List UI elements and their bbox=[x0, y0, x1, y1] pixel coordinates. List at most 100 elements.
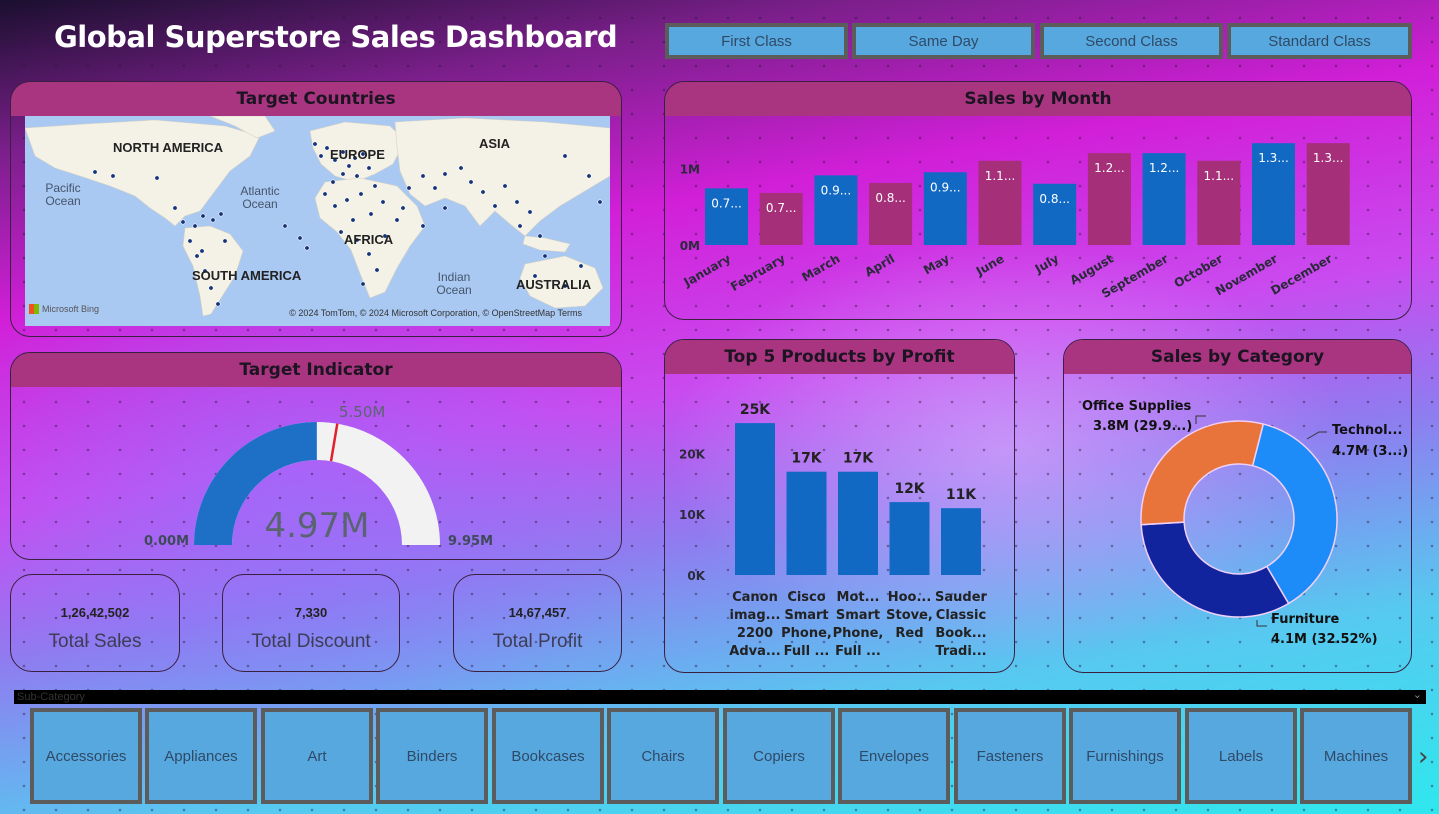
slicer-same-day[interactable]: Same Day bbox=[852, 23, 1035, 59]
sub-category-item[interactable]: Fasteners bbox=[954, 708, 1066, 804]
category-slice[interactable] bbox=[1140, 420, 1265, 526]
sub-category-item[interactable]: Machines bbox=[1300, 708, 1412, 804]
map-country-point[interactable] bbox=[180, 219, 186, 225]
map-country-point[interactable] bbox=[110, 173, 116, 179]
map-country-point[interactable] bbox=[208, 285, 214, 291]
sub-category-header[interactable]: Sub-Category ⌄ bbox=[14, 688, 1426, 704]
slicer-second-class[interactable]: Second Class bbox=[1040, 23, 1223, 59]
sub-category-item[interactable]: Binders bbox=[376, 708, 488, 804]
map-country-point[interactable] bbox=[318, 153, 324, 159]
map-country-point[interactable] bbox=[492, 203, 498, 209]
month-x-tick: May bbox=[921, 251, 952, 277]
map-country-point[interactable] bbox=[187, 238, 193, 244]
chevron-down-icon[interactable]: ⌄ bbox=[1413, 688, 1422, 701]
product-bar[interactable] bbox=[941, 508, 981, 575]
sub-category-item[interactable]: Envelopes bbox=[838, 708, 950, 804]
product-bar[interactable] bbox=[735, 423, 775, 575]
map-country-point[interactable] bbox=[154, 175, 160, 181]
map-country-point[interactable] bbox=[527, 209, 533, 215]
top-products-chart[interactable]: 0K 10K 20K 25K Canon imag... 2200 Adva... 17K Cis… bbox=[665, 340, 1015, 673]
map-country-point[interactable] bbox=[480, 189, 486, 195]
map-country-point[interactable] bbox=[358, 191, 364, 197]
map-country-point[interactable] bbox=[297, 235, 303, 241]
map-country-point[interactable] bbox=[322, 191, 328, 197]
map-country-point[interactable] bbox=[432, 185, 438, 191]
product-bar[interactable] bbox=[889, 502, 930, 575]
map-country-point[interactable] bbox=[406, 185, 412, 191]
map-country-point[interactable] bbox=[210, 217, 216, 223]
category-data-value: 3.8M (29.9...) bbox=[1093, 419, 1192, 434]
product-x-tick-line: Stove, bbox=[886, 608, 933, 623]
map-country-point[interactable] bbox=[344, 197, 350, 203]
map-country-point[interactable] bbox=[400, 205, 406, 211]
map-country-point[interactable] bbox=[394, 217, 400, 223]
map-country-point[interactable] bbox=[562, 153, 568, 159]
map-country-point[interactable] bbox=[537, 233, 543, 239]
map-country-point[interactable] bbox=[200, 213, 206, 219]
map-country-point[interactable] bbox=[420, 223, 426, 229]
product-bar[interactable] bbox=[838, 471, 878, 575]
map-country-point[interactable] bbox=[380, 199, 386, 205]
next-page-arrow-icon[interactable]: › bbox=[1418, 742, 1428, 772]
map-country-point[interactable] bbox=[420, 173, 426, 179]
map-country-point[interactable] bbox=[332, 203, 338, 209]
map-country-point[interactable] bbox=[458, 165, 464, 171]
map-country-point[interactable] bbox=[366, 251, 372, 257]
map-country-point[interactable] bbox=[468, 179, 474, 185]
sub-category-item[interactable]: Bookcases bbox=[492, 708, 604, 804]
map-country-point[interactable] bbox=[340, 171, 346, 177]
kpi-total-discount-label: Total Discount bbox=[251, 631, 371, 652]
map-country-point[interactable] bbox=[324, 145, 330, 151]
map-country-point[interactable] bbox=[350, 217, 356, 223]
map-country-point[interactable] bbox=[514, 199, 520, 205]
map-country-point[interactable] bbox=[442, 171, 448, 177]
slicer-standard-class[interactable]: Standard Class bbox=[1227, 23, 1412, 59]
map-country-point[interactable] bbox=[542, 253, 548, 259]
world-map[interactable]: NORTH AMERICA EUROPE ASIA AFRICA SOUTH A… bbox=[25, 116, 610, 326]
map-country-point[interactable] bbox=[442, 205, 448, 211]
map-country-point[interactable] bbox=[368, 211, 374, 217]
bing-logo-text: Microsoft Bing bbox=[42, 304, 100, 314]
sales-by-category-chart[interactable]: Technol... 4.7M (3...) Furniture 4.1M (32.5… bbox=[1064, 340, 1412, 673]
map-country-point[interactable] bbox=[222, 238, 228, 244]
sub-category-item[interactable]: Chairs bbox=[607, 708, 719, 804]
map-country-point[interactable] bbox=[330, 179, 336, 185]
category-data-label: Furniture bbox=[1271, 612, 1339, 627]
map-country-point[interactable] bbox=[282, 223, 288, 229]
product-bar[interactable] bbox=[786, 471, 827, 575]
map-country-point[interactable] bbox=[215, 301, 221, 307]
product-bar-data-label: 11K bbox=[946, 487, 977, 503]
map-country-point[interactable] bbox=[366, 165, 372, 171]
sub-category-item[interactable]: Appliances bbox=[145, 708, 257, 804]
map-country-point[interactable] bbox=[372, 183, 378, 189]
map-country-point[interactable] bbox=[199, 248, 205, 254]
map-country-point[interactable] bbox=[304, 245, 310, 251]
sub-category-item[interactable]: Art bbox=[261, 708, 373, 804]
gauge-chart[interactable]: 4.97M 0.00M 9.95M 5.50M bbox=[11, 353, 622, 560]
sub-category-item[interactable]: Labels bbox=[1185, 708, 1297, 804]
map-country-point[interactable] bbox=[92, 169, 98, 175]
sub-category-item[interactable]: Copiers bbox=[723, 708, 835, 804]
map-country-point[interactable] bbox=[172, 205, 178, 211]
map-country-point[interactable] bbox=[354, 173, 360, 179]
slicer-first-class[interactable]: First Class bbox=[665, 23, 848, 59]
map-country-point[interactable] bbox=[597, 199, 603, 205]
map-country-point[interactable] bbox=[517, 223, 523, 229]
sub-category-item[interactable]: Furnishings bbox=[1069, 708, 1181, 804]
map-country-point[interactable] bbox=[338, 229, 344, 235]
map-country-point[interactable] bbox=[586, 173, 592, 179]
sales-by-month-chart[interactable]: 0M 1M 0.7... January 0.7... February 0.9... Mar… bbox=[665, 82, 1412, 320]
map-country-point[interactable] bbox=[194, 253, 200, 259]
sub-category-item[interactable]: Accessories bbox=[30, 708, 142, 804]
map-attribution[interactable]: © 2024 TomTom, © 2024 Microsoft Corporat… bbox=[289, 308, 582, 318]
map-country-point[interactable] bbox=[360, 281, 366, 287]
map-country-point[interactable] bbox=[578, 263, 584, 269]
map-country-point[interactable] bbox=[374, 267, 380, 273]
map-country-point[interactable] bbox=[192, 223, 198, 229]
map-country-point[interactable] bbox=[312, 141, 318, 147]
map-country-point[interactable] bbox=[218, 211, 224, 217]
product-x-tick-line: Cisco bbox=[787, 590, 825, 605]
map-country-point[interactable] bbox=[502, 183, 508, 189]
category-slice[interactable] bbox=[1140, 521, 1290, 618]
map-country-point[interactable] bbox=[346, 163, 352, 169]
